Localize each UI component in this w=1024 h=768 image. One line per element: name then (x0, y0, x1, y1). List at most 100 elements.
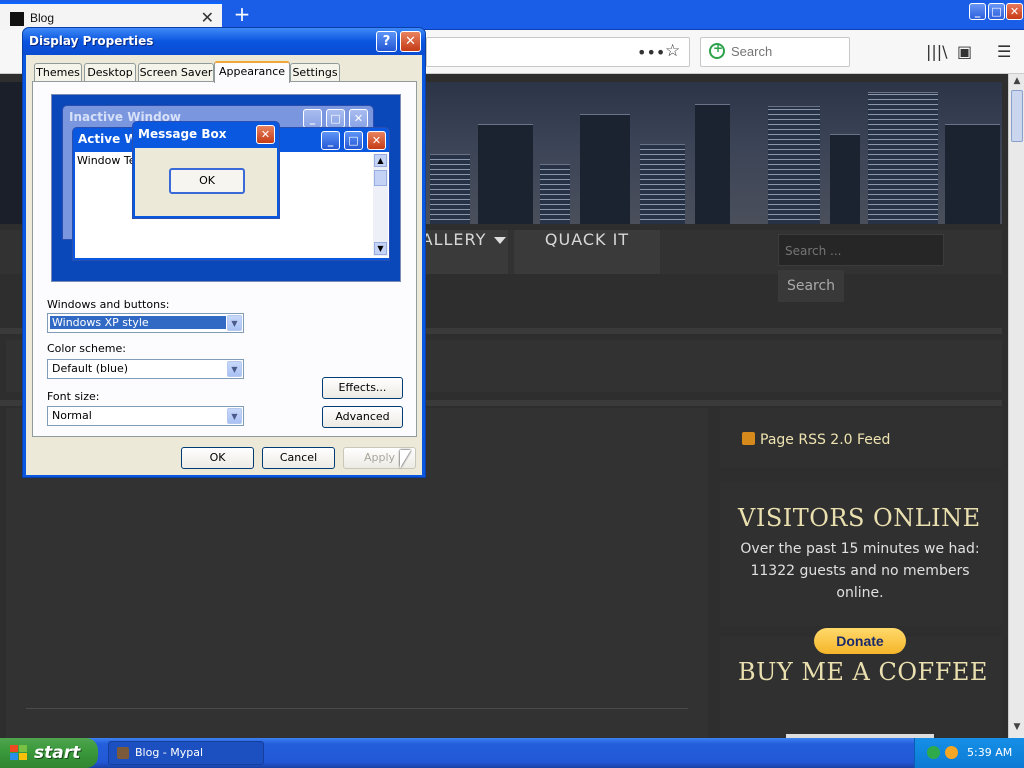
preview-scrollbar: ▲ ▼ (373, 154, 388, 256)
taskbar: start Blog - Mypal 5:39 AM (0, 738, 1024, 768)
preview-msgbox-close-icon: ✕ (256, 125, 275, 144)
advanced-button[interactable]: Advanced (322, 406, 403, 428)
preview-maximize-icon: □ (326, 109, 345, 128)
url-bar[interactable]: ••• ☆ (426, 37, 690, 67)
font-size-label: Font size: (47, 390, 100, 403)
bookmark-star-icon[interactable]: ☆ (665, 41, 680, 61)
banner-building (640, 144, 685, 224)
hamburger-menu-icon[interactable]: ☰ (997, 42, 1011, 61)
preview-message-box: Message Box ✕ OK (132, 121, 280, 219)
banner-building (768, 106, 820, 224)
chevron-down-icon[interactable]: ▼ (227, 361, 242, 377)
logo-blue (10, 753, 18, 760)
site-search-button[interactable]: Search (778, 270, 844, 302)
font-size-select[interactable]: Normal ▼ (47, 406, 244, 426)
mouse-cursor-icon (400, 450, 411, 468)
chevron-down-icon[interactable]: ▼ (227, 408, 242, 424)
page-scrollbar[interactable]: ▲ ▼ (1008, 74, 1024, 738)
nav-item-gallery-label: ALLERY (421, 230, 487, 249)
logo-red (10, 745, 18, 752)
content-rule (26, 708, 688, 709)
windows-buttons-label: Windows and buttons: (47, 298, 170, 311)
preview-close-icon: ✕ (367, 131, 386, 150)
preview-minimize-icon: _ (321, 131, 340, 150)
rss-icon (742, 432, 755, 445)
tab-screen-saver[interactable]: Screen Saver (138, 63, 214, 82)
banner-building (830, 134, 860, 224)
site-search-box (778, 234, 944, 266)
tab-themes[interactable]: Themes (34, 63, 82, 82)
color-scheme-select[interactable]: Default (blue) ▼ (47, 359, 244, 379)
banner-building (478, 124, 533, 224)
rss-feed-link[interactable]: Page RSS 2.0 Feed (742, 432, 890, 448)
library-icon[interactable]: |||\ (926, 42, 948, 61)
rss-link-label: Page RSS 2.0 Feed (760, 432, 891, 448)
visitors-online-text: Over the past 15 minutes we had: 11322 g… (740, 541, 980, 601)
site-search-input[interactable] (781, 237, 941, 265)
taskbar-item-label: Blog - Mypal (135, 746, 204, 759)
banner-building (430, 154, 470, 224)
windows-buttons-select[interactable]: Windows XP style ▼ (47, 313, 244, 333)
tab-desktop[interactable]: Desktop (84, 63, 136, 82)
banner-building (580, 114, 630, 224)
scroll-up-icon[interactable]: ▲ (1011, 76, 1023, 90)
mypal-app-icon (117, 747, 129, 759)
clock: 5:39 AM (967, 746, 1013, 759)
dropdown-caret-icon (494, 237, 507, 244)
buy-me-a-coffee-title: BUY ME A COFFEE (738, 658, 988, 686)
preview-close-icon: ✕ (349, 109, 368, 128)
preview-msgbox-title: Message Box (138, 127, 227, 141)
site-favicon-icon (10, 12, 24, 26)
dialog-title-bar[interactable]: Display Properties ? ✕ (23, 28, 425, 55)
display-properties-dialog: Display Properties ? ✕ Themes Desktop Sc… (22, 27, 426, 478)
banner-building (695, 104, 730, 224)
dialog-close-button[interactable]: ✕ (400, 31, 421, 52)
browser-tab-bar: Blog ✕ + _ □ ✕ (0, 0, 1024, 30)
taskbar-item-mypal[interactable]: Blog - Mypal (108, 741, 264, 765)
browser-search-box[interactable]: + (700, 37, 850, 67)
visitors-online-title: VISITORS ONLINE (738, 504, 981, 532)
preview-scroll-up-icon: ▲ (374, 154, 387, 167)
start-button[interactable]: start (0, 738, 98, 768)
scroll-down-icon[interactable]: ▼ (1011, 722, 1023, 736)
minimize-window-button[interactable]: _ (969, 3, 986, 20)
cancel-button[interactable]: Cancel (262, 447, 335, 469)
logo-yellow (19, 753, 27, 760)
search-tray-icon[interactable] (945, 746, 958, 759)
logo-green (19, 745, 27, 752)
maximize-window-button[interactable]: □ (988, 3, 1005, 20)
nav-item-quack-it[interactable]: QUACK IT (514, 230, 660, 274)
banner-building (868, 92, 938, 224)
tab-settings[interactable]: Settings (290, 63, 340, 82)
browser-tab[interactable]: Blog ✕ (0, 2, 222, 30)
windows-logo-icon (10, 745, 28, 761)
network-icon[interactable] (927, 746, 940, 759)
dialog-title: Display Properties (29, 34, 154, 48)
new-tab-button[interactable]: + (230, 2, 254, 26)
color-scheme-value: Default (blue) (52, 362, 129, 375)
page-actions-icon[interactable]: ••• (637, 43, 665, 62)
tab-appearance[interactable]: Appearance (214, 61, 290, 83)
appearance-preview: Inactive Window _ □ ✕ Active Window _ □ … (51, 94, 401, 282)
nav-item-gallery[interactable]: ALLERY (420, 230, 508, 274)
effects-button[interactable]: Effects... (322, 377, 403, 399)
tab-close-icon[interactable]: ✕ (201, 8, 214, 27)
preview-maximize-icon: □ (344, 131, 363, 150)
preview-msgbox-ok-button: OK (169, 168, 245, 194)
sidebar-icon[interactable]: ▣ (957, 42, 972, 61)
color-scheme-label: Color scheme: (47, 342, 126, 355)
appearance-panel: Inactive Window _ □ ✕ Active Window _ □ … (32, 81, 417, 437)
ok-button[interactable]: OK (181, 447, 254, 469)
close-window-button[interactable]: ✕ (1006, 3, 1023, 20)
search-plus-icon: + (713, 41, 724, 55)
banner-building (945, 124, 1000, 224)
tab-title: Blog (30, 11, 55, 25)
scroll-thumb[interactable] (1011, 90, 1023, 142)
dialog-body: Themes Desktop Screen Saver Appearance S… (26, 55, 422, 475)
browser-search-input[interactable] (731, 44, 841, 59)
help-button[interactable]: ? (376, 31, 397, 52)
donate-button[interactable]: Donate (814, 628, 906, 654)
windows-buttons-value: Windows XP style (50, 316, 226, 329)
banner-building (540, 164, 570, 224)
chevron-down-icon[interactable]: ▼ (227, 315, 242, 331)
